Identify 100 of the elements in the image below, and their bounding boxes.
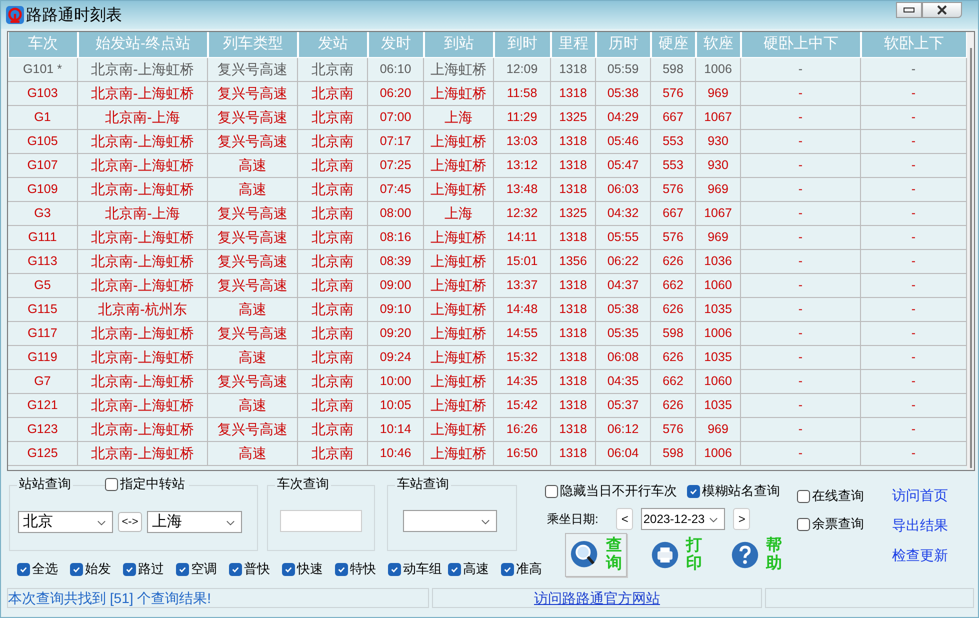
chevron-down-icon [226, 520, 235, 526]
check-icon [19, 564, 28, 574]
scrollbar[interactable] [967, 32, 974, 470]
window-title: 路路通时刻表 [26, 6, 122, 26]
checkbox[interactable] [501, 562, 514, 576]
table-cell: 北京南 [298, 226, 368, 250]
table-row[interactable]: G105 北京南-上海虹桥 复兴号高速 北京南 07:17 上海虹桥 13:03 1318 05:46 553 930 - - [8, 130, 967, 154]
table-cell: 598 [651, 58, 696, 82]
checkbox[interactable] [105, 478, 118, 490]
table-cell: 07:17 [368, 130, 424, 154]
table-cell: 北京南 [298, 322, 368, 346]
swap-button[interactable]: <-> [118, 512, 142, 532]
table-cell: 13:03 [494, 130, 551, 154]
table-row[interactable]: G121 北京南-上海虹桥 高速 北京南 10:05 上海虹桥 15:42 1318 05:37 626 1035 - - [8, 394, 967, 418]
table-cell: 北京南-上海虹桥 [78, 394, 208, 418]
table-row[interactable]: G3 北京南-上海 复兴号高速 北京南 08:00 上海 12:32 1325 04:32 667 1067 - - [8, 202, 967, 226]
link[interactable]: 检查更新 [892, 547, 948, 565]
table-cell: - [741, 58, 861, 82]
date-picker[interactable]: 2023-12-23 [641, 508, 726, 530]
table-cell: 上海虹桥 [424, 370, 494, 394]
table-cell: 16:26 [494, 418, 551, 442]
table-cell: G105 [8, 130, 78, 154]
train-number-field[interactable] [280, 510, 362, 532]
table-cell: - [741, 250, 861, 274]
table-row[interactable]: G111 北京南-上海虹桥 复兴号高速 北京南 08:16 上海虹桥 14:11 1318 05:55 576 969 - - [8, 226, 967, 250]
table-row[interactable]: G115 北京南-杭州东 高速 北京南 09:10 上海虹桥 14:48 1318 05:38 626 1035 - - [8, 298, 967, 322]
checkbox[interactable] [388, 562, 401, 576]
table-cell: 复兴号高速 [208, 370, 298, 394]
checkbox-label: 始发 [85, 560, 111, 578]
table-cell: 北京南 [298, 442, 368, 466]
table-cell: 上海 [424, 202, 494, 226]
scroll-thumb[interactable] [970, 48, 972, 468]
table-cell: 1318 [551, 322, 596, 346]
table-cell: 北京南-上海 [78, 106, 208, 130]
checkbox[interactable] [448, 562, 461, 576]
table-cell: 北京南-上海 [78, 202, 208, 226]
close-icon [937, 5, 947, 15]
check-icon [450, 564, 459, 574]
station-dropdown[interactable] [403, 510, 497, 532]
table-cell: 北京南 [298, 370, 368, 394]
minimize-button[interactable] [896, 2, 922, 18]
website-link[interactable]: 访问路路通官方网站 [534, 590, 660, 606]
table-cell: 10:14 [368, 418, 424, 442]
checkbox[interactable] [176, 562, 189, 576]
checkbox[interactable] [797, 490, 810, 502]
table-cell: 09:20 [368, 322, 424, 346]
table-row[interactable]: G5 北京南-上海虹桥 复兴号高速 北京南 09:00 上海虹桥 13:37 1318 04:37 662 1060 - - [8, 274, 967, 298]
table-cell: 11:29 [494, 106, 551, 130]
table-row[interactable]: G119 北京南-上海虹桥 高速 北京南 09:24 上海虹桥 15:32 1318 06:08 626 1035 - - [8, 346, 967, 370]
checkbox[interactable] [123, 562, 136, 576]
table-row[interactable]: G123 北京南-上海虹桥 复兴号高速 北京南 10:14 上海虹桥 16:26 1318 06:12 576 969 - - [8, 418, 967, 442]
table-cell: 05:46 [596, 130, 651, 154]
table-cell: 高速 [208, 394, 298, 418]
table-cell: 1060 [696, 370, 741, 394]
check-icon [689, 486, 698, 496]
next-day-button[interactable]: > [733, 508, 750, 530]
table-cell: - [741, 226, 861, 250]
table-cell: 1006 [696, 322, 741, 346]
checkbox[interactable] [545, 484, 558, 498]
table-cell: 北京南 [298, 250, 368, 274]
checkbox-label: 在线查询 [812, 487, 864, 505]
table-cell: 北京南-上海虹桥 [78, 82, 208, 106]
table-cell: 05:59 [596, 58, 651, 82]
table-cell: - [741, 442, 861, 466]
link[interactable]: 导出结果 [892, 517, 948, 535]
checkbox[interactable] [282, 562, 295, 576]
checkbox[interactable] [797, 518, 810, 530]
checkbox[interactable] [687, 484, 700, 498]
table-row[interactable]: G1 北京南-上海 复兴号高速 北京南 07:00 上海 11:29 1325 04:29 667 1067 - - [8, 106, 967, 130]
table-row[interactable]: G103 北京南-上海虹桥 复兴号高速 北京南 06:20 上海虹桥 11:58 1318 05:38 576 969 - - [8, 82, 967, 106]
checkbox[interactable] [70, 562, 83, 576]
checkbox-label: 空调 [191, 560, 217, 578]
checkbox[interactable] [335, 562, 348, 576]
table-cell: 1035 [696, 298, 741, 322]
table-row[interactable]: G125 北京南-上海虹桥 高速 北京南 10:46 上海虹桥 16:50 1318 06:04 598 1006 - - [8, 442, 967, 466]
table-row[interactable]: G117 北京南-上海虹桥 复兴号高速 北京南 09:20 上海虹桥 14:55 1318 05:35 598 1006 - - [8, 322, 967, 346]
checkbox[interactable] [17, 562, 30, 576]
table-row[interactable]: G101 * 北京南-上海虹桥 复兴号高速 北京南 06:10 上海虹桥 12:09 1318 05:59 598 1006 - - [8, 58, 967, 82]
table-cell: 上海 [424, 106, 494, 130]
table-row[interactable]: G7 北京南-上海虹桥 复兴号高速 北京南 10:00 上海虹桥 14:35 1318 04:35 662 1060 - - [8, 370, 967, 394]
table-cell: 10:46 [368, 442, 424, 466]
close-button[interactable] [922, 2, 962, 18]
link[interactable]: 访问首页 [892, 487, 948, 505]
table-cell: 上海虹桥 [424, 250, 494, 274]
search-icon [570, 540, 600, 570]
table-row[interactable]: G107 北京南-上海虹桥 高速 北京南 07:25 上海虹桥 13:12 1318 05:47 553 930 - - [8, 154, 967, 178]
from-station-dropdown[interactable]: 北京 [18, 510, 113, 532]
table-cell: 复兴号高速 [208, 226, 298, 250]
table-cell: G117 [8, 322, 78, 346]
table-cell: 高速 [208, 154, 298, 178]
table-row[interactable]: G109 北京南-上海虹桥 高速 北京南 07:45 上海虹桥 13:48 1318 06:03 576 969 - - [8, 178, 967, 202]
checkbox-label: 普快 [244, 560, 270, 578]
checkbox[interactable] [229, 562, 242, 576]
table-cell: 复兴号高速 [208, 58, 298, 82]
table-row[interactable]: G113 北京南-上海虹桥 复兴号高速 北京南 08:39 上海虹桥 15:01 1356 06:22 626 1036 - - [8, 250, 967, 274]
to-station-dropdown[interactable]: 上海 [147, 510, 242, 532]
previous-day-button[interactable]: < [616, 508, 634, 530]
table-cell: - [741, 298, 861, 322]
table-cell: 复兴号高速 [208, 130, 298, 154]
table-cell: 上海虹桥 [424, 274, 494, 298]
